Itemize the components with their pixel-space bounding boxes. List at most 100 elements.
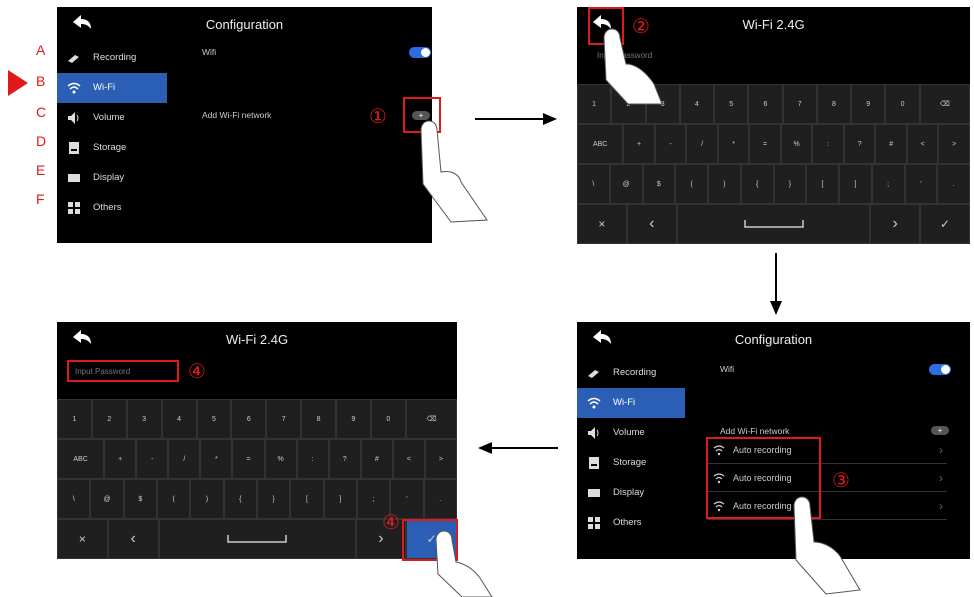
- abc-key[interactable]: ABC: [577, 124, 624, 164]
- sidebar-item-recording[interactable]: Recording: [57, 43, 167, 73]
- key[interactable]: .: [423, 479, 457, 519]
- label-d: D: [36, 133, 47, 149]
- step-4-label: ④: [188, 359, 206, 383]
- cancel-key[interactable]: ×: [57, 519, 108, 559]
- key[interactable]: 6: [231, 399, 267, 439]
- key[interactable]: }: [256, 479, 291, 519]
- key[interactable]: 9: [336, 399, 371, 439]
- key[interactable]: ]: [323, 479, 357, 519]
- space-bar-icon: [227, 535, 287, 543]
- key[interactable]: ]: [839, 164, 872, 204]
- keyboard: 1234567890⌫ ABC+-/*=%:?#<> \@$(){}[];'. …: [57, 399, 457, 559]
- key[interactable]: :: [812, 124, 844, 164]
- key[interactable]: %: [780, 124, 813, 164]
- key[interactable]: 6: [748, 84, 783, 124]
- left-key[interactable]: ‹: [107, 519, 159, 559]
- key[interactable]: @: [90, 479, 124, 519]
- abc-key[interactable]: ABC: [57, 439, 105, 479]
- key[interactable]: <: [392, 439, 425, 479]
- key[interactable]: .: [937, 164, 970, 204]
- key[interactable]: 7: [782, 84, 817, 124]
- key[interactable]: 8: [301, 399, 336, 439]
- key[interactable]: }: [773, 164, 807, 204]
- key[interactable]: %: [264, 439, 297, 479]
- sidebar-item-others[interactable]: Others: [57, 193, 167, 223]
- key[interactable]: #: [360, 439, 393, 479]
- key[interactable]: *: [717, 124, 750, 164]
- confirm-key[interactable]: ✓: [920, 204, 970, 244]
- sidebar-item-volume[interactable]: Volume: [57, 103, 167, 133]
- key[interactable]: [: [806, 164, 839, 204]
- key[interactable]: $: [123, 479, 157, 519]
- key[interactable]: >: [938, 124, 970, 164]
- space-key[interactable]: [158, 519, 356, 559]
- sidebar-item-display[interactable]: Display: [577, 478, 685, 508]
- sidebar-item-others[interactable]: Others: [577, 508, 685, 538]
- key[interactable]: 3: [126, 399, 162, 439]
- right-key[interactable]: ›: [870, 204, 921, 244]
- key[interactable]: {: [740, 164, 774, 204]
- key[interactable]: ): [190, 479, 224, 519]
- key[interactable]: -: [136, 439, 169, 479]
- display-icon: [68, 174, 80, 182]
- key[interactable]: 8: [816, 84, 852, 124]
- key[interactable]: 4: [161, 399, 197, 439]
- sidebar-item-volume[interactable]: Volume: [577, 418, 685, 448]
- key[interactable]: 0: [885, 84, 920, 124]
- key[interactable]: =: [232, 439, 265, 479]
- sidebar-item-storage[interactable]: Storage: [57, 133, 167, 163]
- key[interactable]: =: [749, 124, 781, 164]
- key[interactable]: 9: [851, 84, 886, 124]
- key[interactable]: 5: [196, 399, 232, 439]
- key[interactable]: (: [156, 479, 191, 519]
- sidebar-item-wifi[interactable]: Wi-Fi: [57, 73, 167, 103]
- cancel-key[interactable]: ×: [577, 204, 627, 244]
- add-network-button[interactable]: +: [931, 426, 949, 435]
- key[interactable]: 4: [679, 84, 715, 124]
- key[interactable]: :: [296, 439, 329, 479]
- key[interactable]: +: [623, 124, 655, 164]
- page-title: Wi-Fi 2.4G: [225, 332, 289, 347]
- wifi-toggle[interactable]: [409, 47, 431, 58]
- chevron-right-icon: ›: [939, 499, 943, 513]
- space-key[interactable]: [676, 204, 871, 244]
- grid-icon: [588, 517, 600, 529]
- key[interactable]: <: [906, 124, 939, 164]
- sidebar-item-wifi[interactable]: Wi-Fi: [577, 388, 685, 418]
- key[interactable]: /: [168, 439, 201, 479]
- key[interactable]: 2: [91, 399, 127, 439]
- sidebar-item-storage[interactable]: Storage: [577, 448, 685, 478]
- key[interactable]: @: [609, 164, 643, 204]
- key[interactable]: [: [290, 479, 324, 519]
- key[interactable]: 5: [714, 84, 749, 124]
- key[interactable]: /: [686, 124, 718, 164]
- key[interactable]: +: [104, 439, 137, 479]
- wifi-toggle[interactable]: [929, 364, 951, 375]
- left-key[interactable]: ‹: [626, 204, 677, 244]
- backspace-key[interactable]: ⌫: [919, 84, 970, 124]
- finger-icon: [420, 120, 488, 223]
- key[interactable]: 1: [57, 399, 92, 439]
- sidebar-item-display[interactable]: Display: [57, 163, 167, 193]
- key[interactable]: ?: [328, 439, 361, 479]
- key[interactable]: ?: [843, 124, 876, 164]
- sidebar-item-recording[interactable]: Recording: [577, 358, 685, 388]
- key[interactable]: 0: [370, 399, 406, 439]
- key[interactable]: \: [57, 479, 91, 519]
- key[interactable]: *: [200, 439, 233, 479]
- backspace-key[interactable]: ⌫: [405, 399, 457, 439]
- key[interactable]: ): [708, 164, 741, 204]
- wifi-label: Wifi: [202, 47, 217, 57]
- key[interactable]: $: [642, 164, 676, 204]
- label-a: A: [36, 42, 46, 58]
- key[interactable]: -: [654, 124, 687, 164]
- key[interactable]: 7: [266, 399, 302, 439]
- key[interactable]: \: [577, 164, 610, 204]
- key[interactable]: {: [223, 479, 257, 519]
- key[interactable]: ;: [871, 164, 905, 204]
- step-3-label: ③: [832, 468, 850, 492]
- key[interactable]: ': [904, 164, 938, 204]
- key[interactable]: (: [675, 164, 708, 204]
- key[interactable]: #: [875, 124, 907, 164]
- key[interactable]: >: [424, 439, 457, 479]
